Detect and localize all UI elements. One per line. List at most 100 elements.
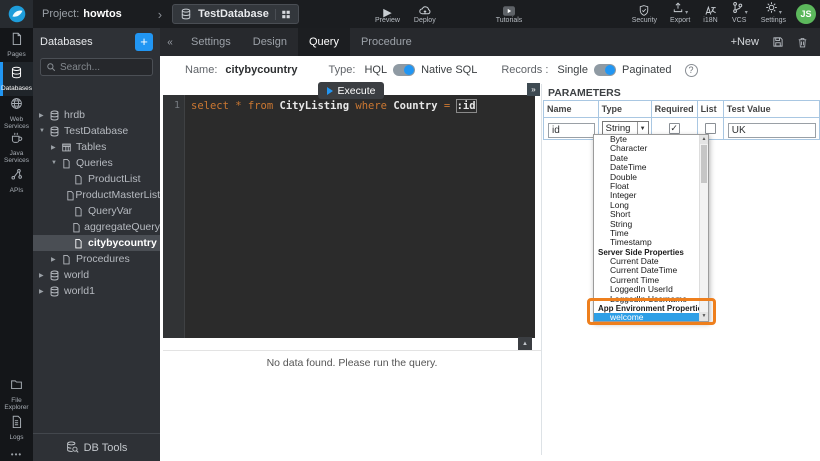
query-form: Name: citybycountry Type: HQL Native SQL… <box>160 56 820 84</box>
add-database-button[interactable]: + <box>135 33 153 51</box>
help-icon[interactable]: ? <box>685 64 698 77</box>
column-header-type: Type <box>598 101 651 118</box>
expand-arrow-icon[interactable]: ▶ <box>39 288 49 295</box>
shield-icon <box>638 4 650 17</box>
preview-button[interactable]: ▶ Preview <box>375 4 400 25</box>
tree-item-world1[interactable]: ▶world1 <box>33 283 160 299</box>
tree-item-tables[interactable]: ▶Tables <box>33 139 160 155</box>
grid-icon[interactable] <box>275 9 291 20</box>
expand-params-button[interactable]: » <box>527 83 540 96</box>
scroll-down-icon[interactable]: ▼ <box>700 312 708 321</box>
tree-item-testdatabase[interactable]: ▼TestDatabase <box>33 123 160 139</box>
user-avatar[interactable]: JS <box>796 4 816 24</box>
db-icon <box>49 270 64 281</box>
bird-logo-icon <box>8 5 26 23</box>
rail-item-databases[interactable]: Databases <box>0 62 33 96</box>
file-icon <box>73 206 88 217</box>
expand-arrow-icon[interactable]: ▶ <box>39 112 49 119</box>
tree-item-productlist[interactable]: ProductList <box>33 171 160 187</box>
rail-top: PagesDatabasesWeb ServicesJava ServicesA… <box>0 28 33 198</box>
new-query-button[interactable]: +New <box>731 36 759 48</box>
vcs-button[interactable]: ▾ VCS <box>731 4 748 25</box>
expand-arrow-icon[interactable]: ▶ <box>51 144 61 151</box>
pages-icon <box>10 32 23 50</box>
security-button[interactable]: Security <box>632 4 657 25</box>
param-required-checkbox[interactable]: ✓ <box>669 123 680 134</box>
save-button[interactable] <box>772 36 784 48</box>
param-name-input[interactable] <box>548 123 595 138</box>
rail-item-file-explorer[interactable]: File Explorer <box>0 377 33 411</box>
tutorials-button[interactable]: Tutorials <box>496 4 523 25</box>
main-area: « SettingsDesignQueryProcedure +New Name… <box>160 28 820 461</box>
editor-collapse-button[interactable]: ▲ <box>518 337 532 350</box>
parameters-title: PARAMETERS <box>548 87 621 99</box>
deploy-cloud-icon <box>418 4 432 17</box>
save-icon <box>772 36 784 48</box>
rail-item-apis[interactable]: APIs <box>0 164 33 198</box>
db-tools-button[interactable]: DB Tools <box>33 433 160 461</box>
expand-arrow-icon[interactable]: ▼ <box>51 160 61 166</box>
wavemaker-logo[interactable] <box>0 0 33 28</box>
tree-item-queries[interactable]: ▼Queries <box>33 155 160 171</box>
type-option-nativesql[interactable]: Native SQL <box>421 64 477 76</box>
tree-item-world[interactable]: ▶world <box>33 267 160 283</box>
preview-play-icon: ▶ <box>383 4 391 17</box>
search-box[interactable] <box>40 58 153 76</box>
chevron-down-icon: ▾ <box>745 9 748 17</box>
tab-procedure[interactable]: Procedure <box>350 28 423 56</box>
trash-icon <box>797 36 808 49</box>
java-icon <box>10 131 23 149</box>
type-option-hql[interactable]: HQL <box>364 64 387 76</box>
tree-item-queryvar[interactable]: QueryVar <box>33 203 160 219</box>
expand-arrow-icon[interactable]: ▶ <box>51 256 61 263</box>
param-list-checkbox[interactable] <box>705 123 716 134</box>
collapse-panel-icon[interactable]: « <box>163 37 177 48</box>
records-option-single[interactable]: Single <box>557 64 588 76</box>
tree-item-hrdb[interactable]: ▶hrdb <box>33 107 160 123</box>
tab-query[interactable]: Query <box>298 28 350 56</box>
param-test-value-input[interactable] <box>728 123 816 138</box>
deploy-button[interactable]: Deploy <box>414 4 436 25</box>
dropdown-option-timestamp[interactable]: Timestamp <box>594 238 699 247</box>
expand-arrow-icon[interactable]: ▼ <box>39 128 49 134</box>
editor-code-line[interactable]: select * from CityListing where Country … <box>185 95 476 338</box>
dropdown-scrollbar[interactable]: ▲ ▼ <box>699 135 708 321</box>
file-icon <box>61 158 76 169</box>
database-selector[interactable]: TestDatabase <box>172 4 299 24</box>
records-option-paginated[interactable]: Paginated <box>622 64 672 76</box>
tree-item-aggregatequery[interactable]: aggregateQuery <box>33 219 160 235</box>
export-button[interactable]: ▾ Export <box>670 4 690 25</box>
settings-button[interactable]: ▾ Settings <box>761 4 786 25</box>
rail-item-logs[interactable]: Logs <box>0 411 33 445</box>
name-label: Name: <box>185 64 217 76</box>
rail-item-pages[interactable]: Pages <box>0 28 33 62</box>
type-dropdown-menu: ByteCharacterDateDateTimeDoubleFloatInte… <box>593 134 709 322</box>
delete-button[interactable] <box>797 36 808 49</box>
search-input[interactable] <box>60 62 147 73</box>
rail-item-web-services[interactable]: Web Services <box>0 96 33 130</box>
tree-item-productmasterlist[interactable]: ProductMasterList <box>33 187 160 203</box>
i18n-button[interactable]: i18N <box>703 4 717 25</box>
tree-item-citybycountry[interactable]: citybycountry <box>33 235 160 251</box>
file-icon <box>65 190 75 201</box>
execute-button[interactable]: Execute <box>318 82 384 99</box>
scrollbar-thumb[interactable] <box>701 145 707 183</box>
databases-panel: Databases + ▶hrdb▼TestDatabase▶Tables▼Qu… <box>33 28 160 461</box>
sql-editor[interactable]: 1 select * from CityListing where Countr… <box>163 95 535 338</box>
branch-icon <box>731 1 744 17</box>
db-icon <box>49 110 64 121</box>
scroll-up-icon[interactable]: ▲ <box>700 135 708 144</box>
tab-settings[interactable]: Settings <box>180 28 242 56</box>
dropdown-option-welcome[interactable]: welcome <box>594 313 699 321</box>
tab-bar: « SettingsDesignQueryProcedure +New <box>160 28 820 56</box>
expand-arrow-icon[interactable]: ▶ <box>39 272 49 279</box>
records-toggle[interactable] <box>594 64 616 76</box>
topbar-actions: ▶ Preview Deploy Tutorials <box>375 0 522 28</box>
more-options-icon[interactable]: ••• <box>0 450 33 459</box>
tree-item-procedures[interactable]: ▶Procedures <box>33 251 160 267</box>
tab-design[interactable]: Design <box>242 28 298 56</box>
rail-item-java-services[interactable]: Java Services <box>0 130 33 164</box>
rail-bottom: File ExplorerLogs <box>0 377 33 445</box>
type-toggle[interactable] <box>393 64 415 76</box>
dropdown-option-loggedin-username[interactable]: LoggedIn Username <box>594 295 699 304</box>
